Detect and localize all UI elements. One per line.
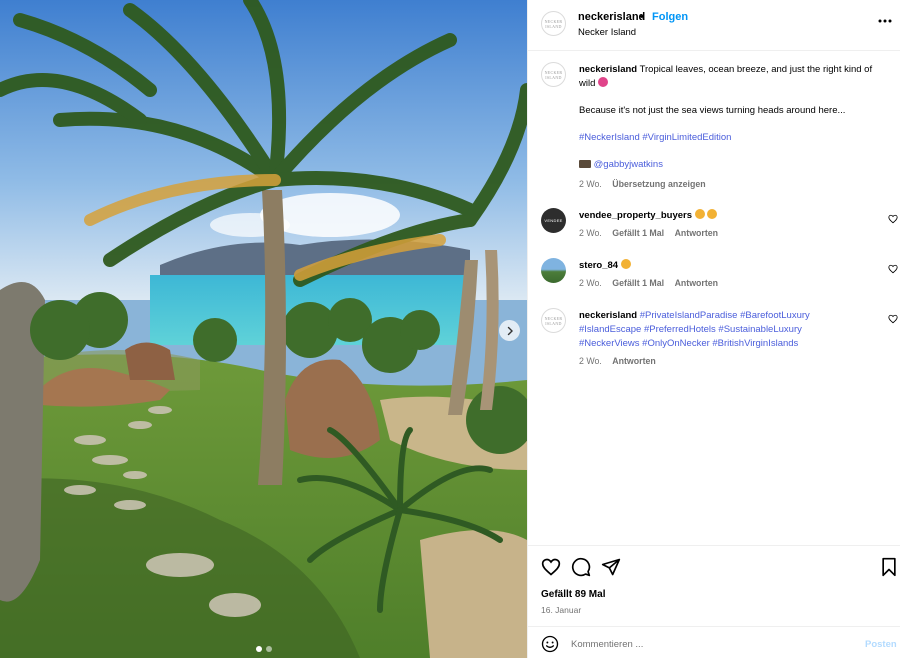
comment-item: vendee_property_buyers <box>579 209 849 223</box>
avatar-logo: VENDEE <box>544 218 563 223</box>
heart-icon[interactable] <box>541 557 561 577</box>
flower-emoji-icon <box>598 77 609 87</box>
reply-button[interactable]: Antworten <box>675 278 719 288</box>
post-header: NECKER ISLAND neckerisland • Folgen Neck… <box>528 0 900 51</box>
comment-likes[interactable]: Gefällt 1 Mal <box>612 228 664 238</box>
comment-item: stero_84 <box>579 259 849 273</box>
carousel-dot-active <box>255 646 262 652</box>
avatar-logo: NECKER ISLAND <box>544 18 563 29</box>
caption-meta: 2 Wo. Übersetzung anzeigen <box>579 179 714 189</box>
follow-button[interactable]: Folgen <box>652 11 688 23</box>
emoji-icon[interactable] <box>541 635 559 653</box>
comment-meta: 2 Wo. Antworten <box>579 356 664 366</box>
comment-likes[interactable]: Gefällt 1 Mal <box>612 278 664 288</box>
comment-time[interactable]: 2 Wo. <box>579 228 602 238</box>
avatar-logo: NECKER ISLAND <box>544 315 563 326</box>
post-actions: Gefällt 89 Mal 16. Januar <box>528 545 900 626</box>
heart-icon[interactable] <box>888 314 898 324</box>
avatar[interactable]: NECKER ISLAND <box>541 11 566 36</box>
post-photo[interactable] <box>0 0 527 658</box>
heart-icon[interactable] <box>888 264 898 274</box>
header-username[interactable]: neckerisland <box>578 11 645 23</box>
comment-time[interactable]: 2 Wo. <box>579 356 602 366</box>
carousel-next-button[interactable] <box>499 320 520 341</box>
comment-item: neckerisland #PrivateIslandParadise #Bar… <box>579 309 849 351</box>
header-location[interactable]: Necker Island <box>578 27 636 38</box>
caption-time[interactable]: 2 Wo. <box>579 179 602 189</box>
send-icon[interactable] <box>601 557 621 577</box>
heart-eyes-emoji-icon <box>694 209 705 219</box>
chevron-right-icon <box>507 326 513 335</box>
caption-credit[interactable]: @gabbyjwatkins <box>594 159 663 170</box>
bookmark-icon[interactable] <box>879 557 899 577</box>
post-comment-button[interactable]: Posten <box>865 639 897 650</box>
avatar-logo: NECKER ISLAND <box>544 69 563 80</box>
comment-avatar[interactable]: VENDEE <box>541 208 566 233</box>
caption-body: neckerisland Tropical leaves, ocean bree… <box>579 63 884 91</box>
reply-button[interactable]: Antworten <box>675 228 719 238</box>
like-count[interactable]: Gefällt 89 Mal <box>541 589 605 600</box>
heart-eyes-emoji-icon <box>707 209 718 219</box>
carousel-dot <box>265 646 272 652</box>
comment-username[interactable]: stero_84 <box>579 260 618 271</box>
carousel-indicator <box>0 646 527 652</box>
caption-hashtags[interactable]: #NeckerIsland #VirginLimitedEdition <box>579 131 884 145</box>
post-date[interactable]: 16. Januar <box>541 605 581 615</box>
heart-icon[interactable] <box>888 214 898 224</box>
caption-credit-row: @gabbyjwatkins <box>579 158 884 172</box>
comment-icon[interactable] <box>571 557 591 577</box>
comment-input[interactable] <box>571 634 841 654</box>
translate-button[interactable]: Übersetzung anzeigen <box>612 179 705 189</box>
reply-button[interactable]: Antworten <box>612 356 656 366</box>
comment-meta: 2 Wo. Gefällt 1 Mal Antworten <box>579 228 726 238</box>
caption-username[interactable]: neckerisland <box>579 64 637 75</box>
header-separator: • <box>640 11 644 23</box>
heart-eyes-emoji-icon <box>620 259 631 269</box>
more-horizontal-icon[interactable] <box>877 14 893 28</box>
tropical-garden-image <box>0 0 527 658</box>
comment-composer: Posten <box>528 626 900 658</box>
camera-emoji-icon <box>579 160 591 168</box>
caption-line2: Because it's not just the sea views turn… <box>579 105 846 116</box>
post-detail-panel: NECKER ISLAND neckerisland • Folgen Neck… <box>527 0 900 658</box>
comment-username[interactable]: neckerisland <box>579 310 637 321</box>
caption: neckerisland Tropical leaves, ocean bree… <box>579 63 884 172</box>
comment-username[interactable]: vendee_property_buyers <box>579 210 692 221</box>
comment-meta: 2 Wo. Gefällt 1 Mal Antworten <box>579 278 726 288</box>
comment-avatar[interactable] <box>541 258 566 283</box>
comment-time[interactable]: 2 Wo. <box>579 278 602 288</box>
caption-avatar[interactable]: NECKER ISLAND <box>541 62 566 87</box>
comment-avatar[interactable]: NECKER ISLAND <box>541 308 566 333</box>
